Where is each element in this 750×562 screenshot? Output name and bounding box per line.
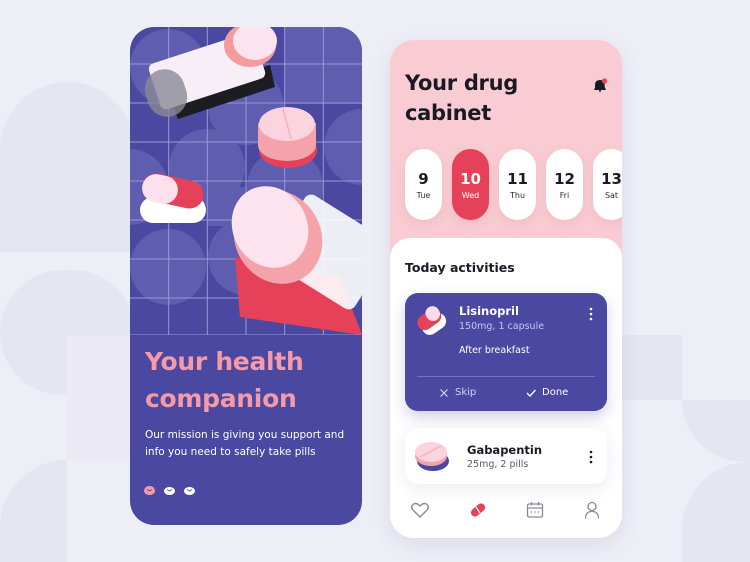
- day-number: 12: [554, 169, 575, 188]
- divider: [417, 376, 595, 377]
- skip-label: Skip: [455, 387, 477, 398]
- day-thu[interactable]: 11 Thu: [499, 149, 536, 220]
- medication-card-gabapentin[interactable]: Gabapentin 25mg, 2 pills: [405, 428, 607, 484]
- medication-name: Lisinopril: [459, 304, 519, 318]
- page-dot[interactable]: [184, 486, 195, 495]
- bell-icon[interactable]: [592, 77, 608, 93]
- onboarding-screen: Your health companion Our mission is giv…: [130, 27, 362, 525]
- day-number: 10: [460, 169, 481, 188]
- pills-illustration: [130, 27, 362, 335]
- drug-cabinet-screen: Your drug cabinet 9 Tue 10 Wed 11 Thu 12…: [390, 40, 622, 538]
- page-indicator: [144, 486, 195, 495]
- page-title: Your drug cabinet: [405, 68, 575, 128]
- day-label: Fri: [559, 190, 570, 200]
- day-label: Sat: [604, 190, 619, 200]
- background-shape: [620, 335, 682, 400]
- nav-medications-active[interactable]: [468, 500, 488, 520]
- title-line: Your drug: [405, 71, 518, 95]
- calendar-icon: [526, 502, 544, 518]
- day-wed-selected[interactable]: 10 Wed: [452, 149, 489, 220]
- capsule-icon: [417, 306, 447, 335]
- title-line: cabinet: [405, 101, 491, 125]
- close-icon: [440, 388, 448, 397]
- page-dot[interactable]: [164, 486, 175, 495]
- day-label: Tue: [416, 190, 431, 200]
- day-number: 13: [601, 169, 622, 188]
- background-shape: [0, 82, 135, 252]
- day-label: Wed: [461, 190, 480, 200]
- day-tue[interactable]: 9 Tue: [405, 149, 442, 220]
- medication-dose: 150mg, 1 capsule: [459, 321, 545, 332]
- done-label: Done: [542, 387, 569, 398]
- day-number: 9: [418, 169, 429, 188]
- pill-icon: [470, 503, 486, 517]
- medication-dose: 25mg, 2 pills: [467, 459, 529, 470]
- tablet-icon: [415, 442, 449, 471]
- more-options-icon[interactable]: [589, 307, 593, 321]
- background-shape: [67, 335, 135, 460]
- section-title: Today activities: [405, 260, 515, 275]
- background-shape: [682, 400, 750, 462]
- day-sat[interactable]: 13 Sat: [593, 149, 622, 220]
- background-shape: [682, 462, 750, 562]
- medication-card-lisinopril[interactable]: Lisinopril 150mg, 1 capsule After breakf…: [405, 293, 607, 411]
- skip-button[interactable]: Skip: [439, 387, 476, 398]
- done-button[interactable]: Done: [526, 387, 568, 398]
- heart-icon: [411, 502, 429, 518]
- check-icon: [526, 389, 536, 397]
- activities-sheet: Today activities Lisinopril 150mg, 1 cap…: [390, 238, 622, 538]
- nav-profile[interactable]: [582, 500, 602, 520]
- nav-calendar[interactable]: [525, 500, 545, 520]
- hero-headline: Your health companion: [145, 343, 355, 417]
- profile-icon: [584, 501, 600, 519]
- page-dot-active[interactable]: [144, 486, 155, 495]
- headline-line: companion: [145, 384, 297, 413]
- background-shape: [0, 460, 67, 562]
- day-fri[interactable]: 12 Fri: [546, 149, 583, 220]
- more-options-icon[interactable]: [589, 450, 593, 464]
- day-number: 11: [507, 169, 528, 188]
- bottom-navigation: [390, 496, 622, 526]
- day-label: Thu: [509, 190, 526, 200]
- medication-note: After breakfast: [459, 345, 530, 356]
- hero-description: Our mission is giving you support and in…: [145, 429, 345, 458]
- date-picker: 9 Tue 10 Wed 11 Thu 12 Fri 13 Sat: [405, 149, 622, 220]
- medication-name: Gabapentin: [467, 443, 543, 457]
- nav-favorites[interactable]: [410, 500, 430, 520]
- headline-line: Your health: [145, 347, 304, 376]
